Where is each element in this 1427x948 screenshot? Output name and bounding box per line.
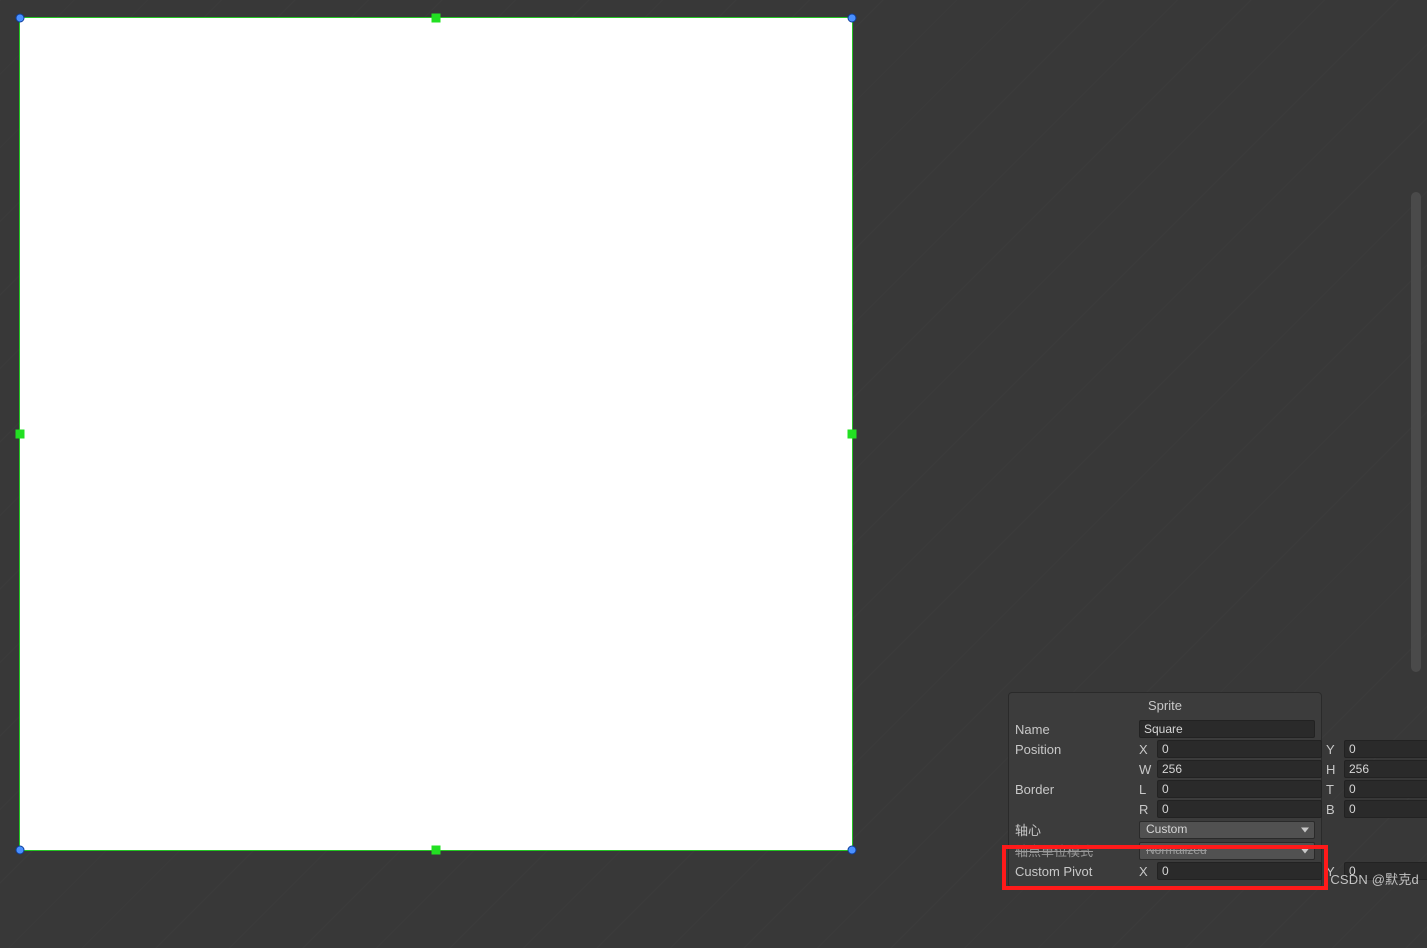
border-b-label: B xyxy=(1326,802,1340,817)
custom-pivot-label: Custom Pivot xyxy=(1015,864,1135,879)
panel-title: Sprite xyxy=(1009,693,1321,719)
handle-bottom-left[interactable] xyxy=(16,846,25,855)
scrollbar[interactable] xyxy=(1411,192,1421,672)
handle-right-mid[interactable] xyxy=(848,430,857,439)
handle-bottom-mid[interactable] xyxy=(432,846,441,855)
position-w-field[interactable] xyxy=(1157,760,1322,778)
border-t-label: T xyxy=(1326,782,1340,797)
name-label: Name xyxy=(1015,722,1135,737)
border-l-field[interactable] xyxy=(1157,780,1322,798)
name-field[interactable] xyxy=(1139,720,1315,738)
border-t-field[interactable] xyxy=(1344,780,1427,798)
position-h-field[interactable] xyxy=(1344,760,1427,778)
position-y-field[interactable] xyxy=(1344,740,1427,758)
handle-top-mid[interactable] xyxy=(432,14,441,23)
position-w-label: W xyxy=(1139,762,1153,777)
pivot-label: 轴心 xyxy=(1015,820,1135,839)
position-h-label: H xyxy=(1326,762,1340,777)
handle-top-right[interactable] xyxy=(848,14,857,23)
border-label: Border xyxy=(1015,782,1135,797)
position-y-label: Y xyxy=(1326,742,1340,757)
handle-top-left[interactable] xyxy=(16,14,25,23)
border-l-label: L xyxy=(1139,782,1153,797)
custom-pivot-x-label: X xyxy=(1139,864,1153,879)
position-label: Position xyxy=(1015,742,1135,757)
border-r-label: R xyxy=(1139,802,1153,817)
sprite-canvas[interactable] xyxy=(20,18,852,850)
custom-pivot-x-field[interactable] xyxy=(1157,862,1322,880)
pivot-unit-mode-label: 轴点单位模式 xyxy=(1015,841,1135,860)
watermark-text: CSDN @默克d xyxy=(1330,869,1419,888)
handle-left-mid[interactable] xyxy=(16,430,25,439)
position-x-field[interactable] xyxy=(1157,740,1322,758)
handle-bottom-right[interactable] xyxy=(848,846,857,855)
pivot-dropdown[interactable]: Custom xyxy=(1139,821,1315,839)
position-x-label: X xyxy=(1139,742,1153,757)
border-r-field[interactable] xyxy=(1157,800,1322,818)
sprite-inspector-panel: Sprite Name Position X Y W H Border L xyxy=(1008,692,1322,888)
pivot-unit-mode-dropdown[interactable]: Normalized xyxy=(1139,842,1315,860)
border-b-field[interactable] xyxy=(1344,800,1427,818)
